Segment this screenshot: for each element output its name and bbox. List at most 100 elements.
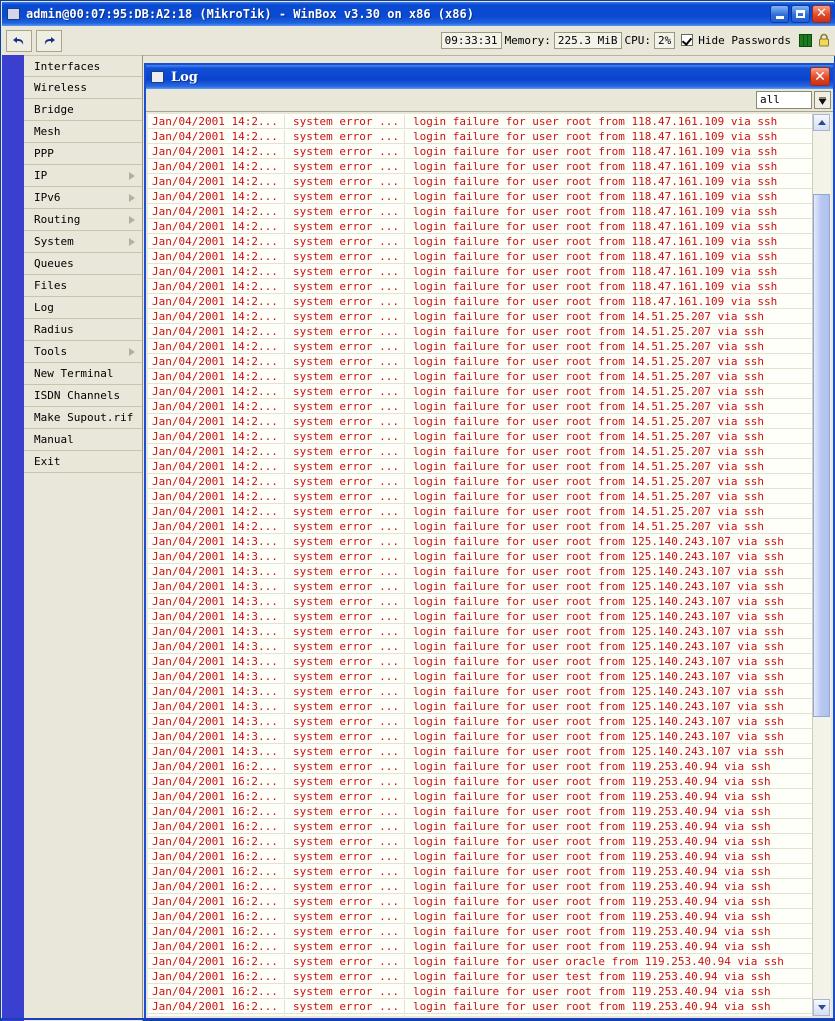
- log-row[interactable]: Jan/04/2001 14:2... system error ... login…: [148, 489, 813, 504]
- menu-item-wireless[interactable]: Wireless: [24, 77, 142, 99]
- log-row[interactable]: Jan/04/2001 16:2...system error ...login…: [148, 804, 813, 819]
- log-row[interactable]: Jan/04/2001 14:2... system error ... login…: [148, 264, 813, 279]
- log-cell-message: login failure for user root from 14.51.2…: [413, 384, 764, 398]
- menu-item-exit[interactable]: Exit: [24, 451, 142, 473]
- log-row[interactable]: Jan/04/2001 16:2...system error ...login…: [148, 1014, 813, 1016]
- log-row[interactable]: Jan/04/2001 14:2... system error ... login…: [148, 459, 813, 474]
- log-filter-combobox[interactable]: all: [756, 91, 831, 109]
- log-row[interactable]: Jan/04/2001 14:2... system error ... login…: [148, 309, 813, 324]
- hide-passwords-checkbox[interactable]: Hide Passwords: [681, 34, 791, 47]
- menu-item-ipv6[interactable]: IPv6: [24, 187, 142, 209]
- log-row[interactable]: Jan/04/2001 16:2...system error ...login…: [148, 924, 813, 939]
- maximize-button[interactable]: [791, 5, 810, 23]
- log-row[interactable]: Jan/04/2001 14:2... system error ... login…: [148, 444, 813, 459]
- log-row[interactable]: Jan/04/2001 14:3... system error ... login…: [148, 744, 813, 759]
- log-row[interactable]: Jan/04/2001 14:2... system error ... login…: [148, 414, 813, 429]
- log-row[interactable]: Jan/04/2001 14:2... system error ... login…: [148, 219, 813, 234]
- log-row[interactable]: Jan/04/2001 14:2... system error ... login…: [148, 159, 813, 174]
- log-row[interactable]: Jan/04/2001 14:3... system error ... login…: [148, 564, 813, 579]
- menu-item-files[interactable]: Files: [24, 275, 142, 297]
- log-cell-topics: system error ...: [285, 174, 405, 188]
- log-cell-topics: system error ...: [285, 834, 405, 848]
- log-row[interactable]: Jan/04/2001 14:3... system error ... login…: [148, 639, 813, 654]
- log-row[interactable]: Jan/04/2001 16:2...system error ...login…: [148, 864, 813, 879]
- log-row[interactable]: Jan/04/2001 14:2... system error ... login…: [148, 369, 813, 384]
- log-row[interactable]: Jan/04/2001 14:3... system error ... login…: [148, 669, 813, 684]
- menu-item-system[interactable]: System: [24, 231, 142, 253]
- log-row[interactable]: Jan/04/2001 14:2... system error ... login…: [148, 144, 813, 159]
- log-row[interactable]: Jan/04/2001 14:2... system error ... login…: [148, 324, 813, 339]
- log-row[interactable]: Jan/04/2001 14:3... system error ... login…: [148, 654, 813, 669]
- log-window-close-button[interactable]: ✕: [810, 67, 830, 86]
- log-row[interactable]: Jan/04/2001 14:2... system error ... login…: [148, 279, 813, 294]
- log-rows-container[interactable]: Jan/04/2001 14:2... system error ... login…: [148, 114, 813, 1016]
- log-row[interactable]: Jan/04/2001 14:2... system error ... login…: [148, 114, 813, 129]
- log-row[interactable]: Jan/04/2001 16:2...system error ...login…: [148, 759, 813, 774]
- log-row[interactable]: Jan/04/2001 16:2...system error ...login…: [148, 969, 813, 984]
- log-row[interactable]: Jan/04/2001 14:2... system error ... login…: [148, 429, 813, 444]
- menu-item-routing[interactable]: Routing: [24, 209, 142, 231]
- log-row[interactable]: Jan/04/2001 14:2... system error ... login…: [148, 384, 813, 399]
- minimize-button[interactable]: [770, 5, 789, 23]
- menu-item-queues[interactable]: Queues: [24, 253, 142, 275]
- log-row[interactable]: Jan/04/2001 16:2...system error ...login…: [148, 909, 813, 924]
- menu-item-manual[interactable]: Manual: [24, 429, 142, 451]
- log-row[interactable]: Jan/04/2001 14:2... system error ... login…: [148, 339, 813, 354]
- log-row[interactable]: Jan/04/2001 14:2... system error ... login…: [148, 204, 813, 219]
- log-row[interactable]: Jan/04/2001 14:3... system error ... login…: [148, 684, 813, 699]
- scroll-up-button[interactable]: [813, 114, 830, 131]
- log-row[interactable]: Jan/04/2001 16:2...system error ...login…: [148, 834, 813, 849]
- log-row[interactable]: Jan/04/2001 16:2...system error ...login…: [148, 879, 813, 894]
- log-row[interactable]: Jan/04/2001 16:2...system error ...login…: [148, 954, 813, 969]
- log-row[interactable]: Jan/04/2001 14:2... system error ... login…: [148, 234, 813, 249]
- log-row[interactable]: Jan/04/2001 14:3... system error ... login…: [148, 549, 813, 564]
- log-filter-value[interactable]: all: [756, 91, 812, 109]
- log-row[interactable]: Jan/04/2001 14:2... system error ... login…: [148, 399, 813, 414]
- log-row[interactable]: Jan/04/2001 14:2... system error ... login…: [148, 249, 813, 264]
- log-row[interactable]: Jan/04/2001 14:3... system error ... login…: [148, 534, 813, 549]
- log-row[interactable]: Jan/04/2001 16:2...system error ...login…: [148, 939, 813, 954]
- log-row[interactable]: Jan/04/2001 16:2...system error ...login…: [148, 774, 813, 789]
- log-row[interactable]: Jan/04/2001 14:2... system error ... login…: [148, 519, 813, 534]
- scroll-down-button[interactable]: [813, 999, 830, 1016]
- log-row[interactable]: Jan/04/2001 14:3... system error ... login…: [148, 699, 813, 714]
- log-row[interactable]: Jan/04/2001 16:2...system error ...login…: [148, 789, 813, 804]
- log-row[interactable]: Jan/04/2001 14:3... system error ... login…: [148, 579, 813, 594]
- menu-item-radius[interactable]: Radius: [24, 319, 142, 341]
- menu-item-new-terminal[interactable]: New Terminal: [24, 363, 142, 385]
- log-cell-topics: system error ...: [285, 999, 405, 1013]
- log-row[interactable]: Jan/04/2001 14:2... system error ... login…: [148, 294, 813, 309]
- menu-item-ip[interactable]: IP: [24, 165, 142, 187]
- log-filter-dropdown-button[interactable]: [814, 91, 831, 109]
- menu-item-mesh[interactable]: Mesh: [24, 121, 142, 143]
- close-button[interactable]: ✕: [812, 5, 831, 23]
- log-row[interactable]: Jan/04/2001 14:2... system error ... login…: [148, 189, 813, 204]
- log-row[interactable]: Jan/04/2001 14:2... system error ... login…: [148, 129, 813, 144]
- menu-item-isdn-channels[interactable]: ISDN Channels: [24, 385, 142, 407]
- menu-item-make-supout-rif[interactable]: Make Supout.rif: [24, 407, 142, 429]
- log-row[interactable]: Jan/04/2001 14:2... system error ... login…: [148, 354, 813, 369]
- menu-item-interfaces[interactable]: Interfaces: [24, 55, 142, 77]
- log-row[interactable]: Jan/04/2001 14:3... system error ... login…: [148, 729, 813, 744]
- log-row[interactable]: Jan/04/2001 14:3... system error ... login…: [148, 609, 813, 624]
- log-cell-message: login failure for user root from 119.253…: [413, 924, 771, 938]
- menu-item-log[interactable]: Log: [24, 297, 142, 319]
- menu-item-tools[interactable]: Tools: [24, 341, 142, 363]
- scrollbar-thumb[interactable]: [813, 194, 830, 718]
- log-row[interactable]: Jan/04/2001 16:2...system error ...login…: [148, 984, 813, 999]
- undo-button[interactable]: [6, 29, 32, 52]
- log-vertical-scrollbar[interactable]: [812, 114, 831, 1016]
- log-row[interactable]: Jan/04/2001 14:3... system error ... login…: [148, 714, 813, 729]
- log-row[interactable]: Jan/04/2001 14:3... system error ... login…: [148, 594, 813, 609]
- log-row[interactable]: Jan/04/2001 16:2...system error ...login…: [148, 999, 813, 1014]
- log-row[interactable]: Jan/04/2001 14:2... system error ... login…: [148, 474, 813, 489]
- log-row[interactable]: Jan/04/2001 14:2... system error ... login…: [148, 174, 813, 189]
- log-row[interactable]: Jan/04/2001 14:3... system error ... login…: [148, 624, 813, 639]
- log-row[interactable]: Jan/04/2001 16:2...system error ...login…: [148, 849, 813, 864]
- menu-item-bridge[interactable]: Bridge: [24, 99, 142, 121]
- redo-button[interactable]: [36, 29, 62, 52]
- log-row[interactable]: Jan/04/2001 14:2... system error ... login…: [148, 504, 813, 519]
- log-row[interactable]: Jan/04/2001 16:2...system error ...login…: [148, 894, 813, 909]
- log-row[interactable]: Jan/04/2001 16:2...system error ...login…: [148, 819, 813, 834]
- menu-item-ppp[interactable]: PPP: [24, 143, 142, 165]
